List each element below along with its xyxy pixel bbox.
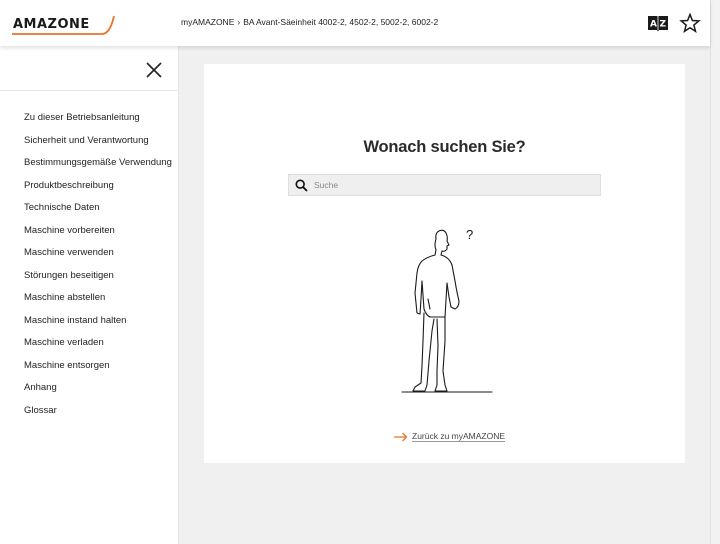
sidebar-item[interactable]: Technische Daten (24, 202, 172, 225)
question-mark: ? (466, 227, 473, 242)
main-content: Wonach suchen Sie? Suche ? Zurück zu myA… (179, 46, 710, 544)
page-title: Wonach suchen Sie? (363, 138, 526, 156)
svg-text:Z: Z (660, 20, 667, 30)
amazone-logo[interactable]: AMAZONE (10, 12, 116, 38)
sidebar-item[interactable]: Maschine abstellen (24, 292, 172, 315)
sidebar-item[interactable]: Maschine verladen (24, 337, 172, 360)
back-link-label: Zurück zu myAMAZONE (412, 431, 506, 442)
book-az-icon[interactable]: A Z (647, 13, 669, 33)
logo-text: AMAZONE (13, 17, 90, 32)
arrow-right-icon (394, 432, 408, 441)
sidebar-item[interactable]: Produktbeschreibung (24, 180, 172, 203)
back-to-myamazone-link[interactable]: Zurück zu myAMAZONE (394, 431, 506, 442)
thinking-person-illustration: ? (401, 227, 493, 393)
search-box[interactable] (288, 174, 601, 196)
breadcrumb-root[interactable]: myAMAZONE (181, 17, 234, 27)
sidebar: Zu dieser Betriebsanleitung Sicherheit u… (0, 46, 179, 544)
sidebar-item[interactable]: Maschine instand halten (24, 315, 172, 338)
close-icon[interactable] (145, 61, 163, 79)
sidebar-item[interactable]: Maschine vorbereiten (24, 225, 172, 248)
sidebar-nav: Zu dieser Betriebsanleitung Sicherheit u… (24, 112, 172, 427)
top-bar: AMAZONE myAMAZONE › BA Avant-Säeinheit 400… (0, 0, 710, 46)
sidebar-header (0, 46, 178, 91)
breadcrumb-current: BA Avant-Säeinheit 4002-2, 4502-2, 5002-… (243, 17, 439, 27)
sidebar-item[interactable]: Sicherheit und Verantwortung (24, 135, 172, 158)
sidebar-item[interactable]: Maschine verwenden (24, 247, 172, 270)
search-icon (295, 179, 308, 192)
sidebar-item[interactable]: Glossar (24, 405, 172, 428)
breadcrumb: myAMAZONE › BA Avant-Säeinheit 4002-2, 450… (181, 17, 438, 27)
search-card: Wonach suchen Sie? Suche ? Zurück zu myA… (204, 64, 685, 463)
breadcrumb-separator: › (237, 17, 241, 27)
sidebar-item[interactable]: Bestimmungsgemäße Verwendung (24, 157, 172, 180)
sidebar-item[interactable]: Störungen beseitigen (24, 270, 172, 293)
search-input[interactable] (314, 177, 594, 193)
sidebar-item[interactable]: Anhang (24, 382, 172, 405)
svg-text:A: A (650, 20, 657, 30)
sidebar-item[interactable]: Maschine entsorgen (24, 360, 172, 383)
star-icon[interactable] (679, 12, 701, 33)
sidebar-item[interactable]: Zu dieser Betriebsanleitung (24, 112, 172, 135)
scrollbar[interactable] (710, 0, 720, 544)
